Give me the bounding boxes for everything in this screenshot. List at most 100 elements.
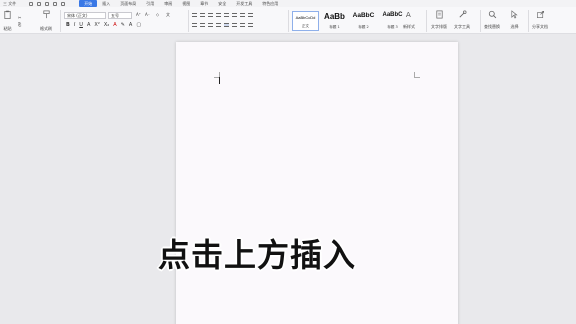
font-color-icon[interactable]: A [113,22,116,28]
italic-icon[interactable]: I [74,22,75,28]
new-style-button[interactable]: A 新样式 [403,10,415,30]
subscript-icon[interactable]: X₂ [104,22,109,28]
tab-section[interactable]: 章节 [195,0,213,7]
table-border-icon[interactable] [248,23,253,27]
search-icon [488,10,496,19]
highlight-icon[interactable]: ✎ [121,22,125,28]
tab-security[interactable]: 安全 [213,0,231,7]
brush-icon [42,10,50,19]
align-right-icon[interactable] [208,23,213,27]
tab-view[interactable]: 视图 [177,0,195,7]
select-button[interactable]: 选择 [510,10,519,30]
separator [60,10,61,32]
style-preview: AaBbC [382,12,403,18]
svg-text:A: A [405,10,410,19]
text-tools-button[interactable]: 文字工具 [454,10,470,30]
tab-developer[interactable]: 开发工具 [231,0,257,7]
style-preview: AaBbCcDd [295,15,316,20]
shrink-font-icon[interactable]: A⁻ [145,12,150,17]
quick-access-toolbar [29,1,66,6]
format-painter-button[interactable]: 格式刷 [40,10,52,32]
outdent-icon[interactable] [208,13,213,17]
clipboard-icon [4,10,11,19]
tab-review[interactable]: 审阅 [159,0,177,7]
margin-corner-marker [414,72,420,78]
style-normal[interactable]: AaBbCcDd 正文 [292,11,319,31]
separator [426,10,427,32]
style-heading-3[interactable]: AaBbC 标题 3 [379,11,406,31]
chinese-layout-icon[interactable] [224,13,229,17]
number-list-icon[interactable] [200,13,205,17]
ribbon-tabs: 开始 插入 页面布局 引用 审阅 视图 章节 安全 开发工具 特色应用 [79,0,283,7]
tab-references[interactable]: 引用 [141,0,159,7]
find-replace-button[interactable]: 查找替换 [484,10,500,30]
font-name-select[interactable]: 宋体 (正文) [64,12,106,19]
indent-icon[interactable] [216,13,221,17]
undo-icon[interactable] [53,1,58,6]
find-replace-label: 查找替换 [484,24,500,29]
separator [480,10,481,32]
borders-icon[interactable] [248,13,253,17]
font-size-select[interactable]: 五号 [108,12,132,19]
align-left-icon[interactable] [192,23,197,27]
print-icon[interactable] [37,1,42,6]
tab-page-layout[interactable]: 页面布局 [115,0,141,7]
font-style-icon: A [405,10,410,19]
line-spacing-icon[interactable] [232,23,237,27]
text-effect-icon[interactable]: A [129,22,132,28]
save-icon[interactable] [29,1,34,6]
cursor-icon [511,10,518,19]
sort-icon[interactable] [232,13,237,17]
style-heading-1[interactable]: AaBb 标题 1 [321,11,348,31]
cut-icon[interactable]: ✂ [18,15,21,20]
show-marks-icon[interactable] [240,13,245,17]
phonetic-icon[interactable]: 文 [166,12,170,18]
redo-icon[interactable] [61,1,66,6]
font-name-value: 宋体 (正文) [67,13,88,18]
text-layout-button[interactable]: 文字排版 [431,10,447,30]
style-name: 标题 1 [329,25,340,29]
style-heading-2[interactable]: AaBbC 标题 2 [350,11,377,31]
font-size-value: 五号 [111,13,119,18]
grow-font-icon[interactable]: A⁺ [136,12,141,17]
font-format-row: B I U A X² X₂ A ✎ A ▢ [66,22,141,28]
tab-home[interactable]: 开始 [79,0,98,7]
share-icon [536,11,544,18]
justify-icon[interactable] [216,23,221,27]
text-layout-label: 文字排版 [431,24,447,29]
file-menu[interactable]: 三 文件 [0,0,19,7]
style-name: 标题 3 [387,25,398,29]
style-preview: AaBb [324,12,345,21]
style-name: 标题 2 [358,25,369,29]
bullet-list-icon[interactable] [192,13,197,17]
superscript-icon[interactable]: X² [94,22,99,28]
style-name: 正文 [302,24,309,28]
distribute-icon[interactable] [224,23,229,27]
list-icons [192,13,253,17]
shading-icon[interactable] [240,23,245,27]
clear-format-icon[interactable]: ◇ [156,12,159,17]
format-painter-label: 格式刷 [40,26,52,31]
document-page[interactable] [176,42,458,324]
align-icons [192,23,253,27]
preview-icon[interactable] [45,1,50,6]
video-caption: 点击上方插入 [158,236,357,274]
border-char-icon[interactable]: ▢ [136,22,141,28]
ribbon: 粘贴 ✂ ⎘ 格式刷 宋体 (正文) 五号 A⁺ A⁻ ◇ 文 B I U A … [0,7,576,34]
wrench-icon [458,10,466,18]
underline-icon[interactable]: U [79,22,83,28]
bold-icon[interactable]: B [66,22,70,28]
style-preview: AaBbC [352,12,375,19]
paste-label: 粘贴 [3,26,12,31]
tab-special-apps[interactable]: 特色应用 [257,0,283,7]
new-style-label: 新样式 [403,24,415,29]
copy-icon[interactable]: ⎘ [18,22,21,27]
text-cursor [219,77,220,84]
file-menu-label: 三 文件 [3,0,17,6]
share-document-button[interactable]: 分享文档 [532,10,548,30]
text-tools-label: 文字工具 [454,24,470,29]
strikethrough-icon[interactable]: A [87,22,90,28]
align-center-icon[interactable] [200,23,205,27]
tab-insert[interactable]: 插入 [97,0,115,7]
paste-button[interactable]: 粘贴 [3,10,12,32]
